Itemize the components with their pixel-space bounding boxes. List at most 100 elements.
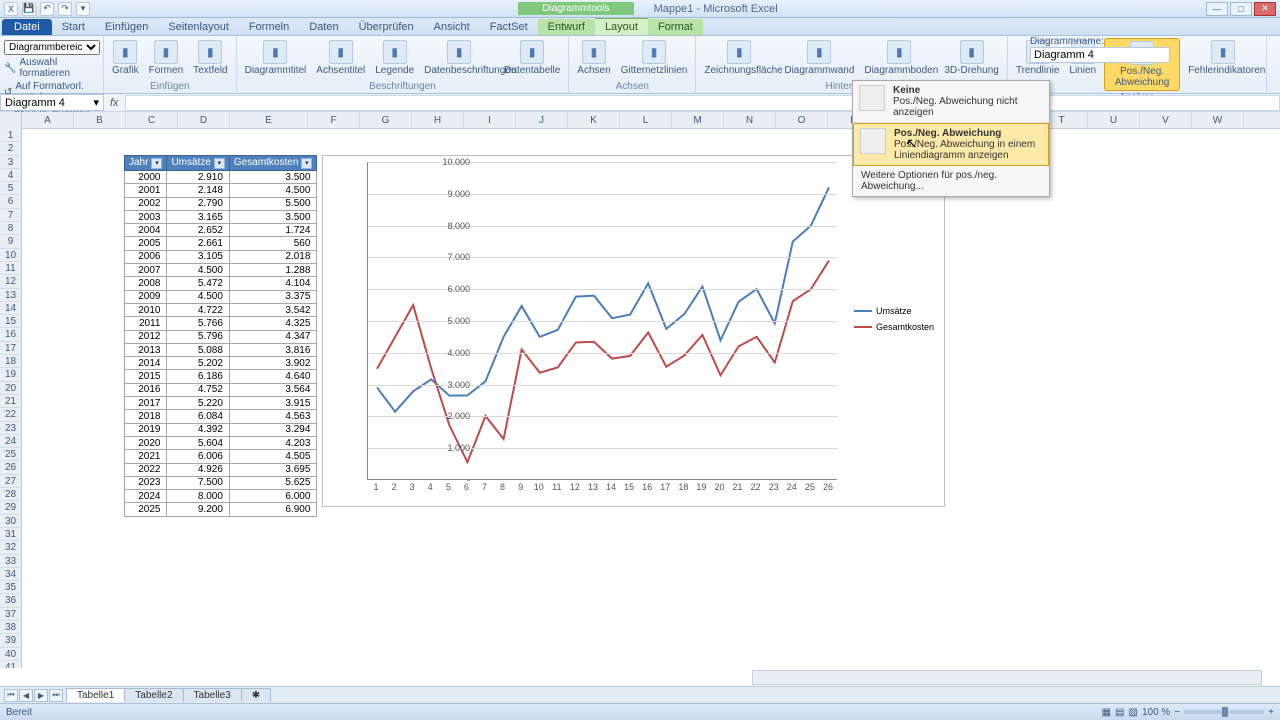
chart-legend[interactable]: Umsätze Gesamtkosten [854, 306, 934, 338]
table-row[interactable]: 20145.2023.902 [125, 357, 317, 370]
format-selection-button[interactable]: 🔧Auswahl formatieren [4, 57, 99, 79]
row-header[interactable]: 5 [0, 182, 21, 195]
minimize-button[interactable]: — [1206, 2, 1228, 16]
table-header[interactable]: Gesamtkosten▾ [229, 156, 316, 171]
excel-icon[interactable]: X [4, 2, 18, 16]
tab-daten[interactable]: Daten [299, 19, 348, 35]
view-pagebreak-icon[interactable]: ▧ [1129, 707, 1138, 718]
maximize-button[interactable]: □ [1230, 2, 1252, 16]
row-header[interactable]: 15 [0, 315, 21, 328]
tab-entwurf[interactable]: Entwurf [538, 19, 595, 35]
column-headers[interactable]: ABCDEFGHIJKLMNOPQRSTUVW [22, 112, 1280, 129]
table-row[interactable]: 20063.1052.018 [125, 250, 317, 263]
row-header[interactable]: 6 [0, 195, 21, 208]
col-header[interactable]: I [464, 112, 516, 128]
row-header[interactable]: 38 [0, 621, 21, 634]
table-row[interactable]: 20042.6521.724 [125, 224, 317, 237]
col-header[interactable]: E [230, 112, 308, 128]
table-row[interactable]: 20156.1864.640 [125, 370, 317, 383]
ribbon-diagrammboden[interactable]: ▮Diagrammboden [862, 38, 936, 78]
row-header[interactable]: 25 [0, 448, 21, 461]
table-row[interactable]: 20194.3923.294 [125, 423, 317, 436]
row-header[interactable]: 14 [0, 302, 21, 315]
row-header[interactable]: 33 [0, 555, 21, 568]
chart-element-dropdown[interactable]: Diagrammbereich [4, 40, 100, 55]
col-header[interactable]: O [776, 112, 828, 128]
row-header[interactable]: 18 [0, 355, 21, 368]
formula-bar[interactable] [125, 95, 1280, 111]
tab-einfügen[interactable]: Einfügen [95, 19, 158, 35]
table-row[interactable]: 20074.5001.288 [125, 264, 317, 277]
table-row[interactable]: 20216.0064.505 [125, 450, 317, 463]
table-row[interactable]: 20125.7964.347 [125, 330, 317, 343]
col-header[interactable]: K [568, 112, 620, 128]
name-box[interactable]: Diagramm 4▾ [0, 94, 104, 111]
row-header[interactable]: 22 [0, 408, 21, 421]
col-header[interactable]: L [620, 112, 672, 128]
ribbon-datentabelle[interactable]: ▮Datentabelle [502, 38, 562, 78]
table-row[interactable]: 20248.0006.000 [125, 490, 317, 503]
tab-start[interactable]: Start [52, 19, 95, 35]
row-header[interactable]: 21 [0, 395, 21, 408]
table-header[interactable]: Jahr▾ [125, 156, 167, 171]
row-header[interactable]: 4 [0, 169, 21, 182]
table-row[interactable]: 20085.4724.104 [125, 277, 317, 290]
tab-ansicht[interactable]: Ansicht [424, 19, 480, 35]
row-header[interactable]: 27 [0, 475, 21, 488]
ribbon-diagrammtitel[interactable]: ▮Diagrammtitel [243, 38, 309, 78]
zoom-in-button[interactable]: + [1268, 707, 1274, 718]
tab-formeln[interactable]: Formeln [239, 19, 299, 35]
col-header[interactable]: J [516, 112, 568, 128]
row-header[interactable]: 20 [0, 382, 21, 395]
row-header[interactable]: 31 [0, 528, 21, 541]
col-header[interactable]: V [1140, 112, 1192, 128]
view-normal-icon[interactable]: ▦ [1102, 707, 1111, 718]
tab-layout[interactable]: Layout [595, 18, 648, 35]
sheet-tab[interactable]: Tabelle2 [124, 688, 183, 702]
table-row[interactable]: 20259.2006.900 [125, 503, 317, 516]
row-header[interactable]: 24 [0, 435, 21, 448]
table-row[interactable]: 20002.9103.500 [125, 171, 317, 184]
sheet-nav-first[interactable]: ⏮ [4, 689, 18, 702]
tab-datei[interactable]: Datei [2, 19, 52, 35]
row-header[interactable]: 11 [0, 262, 21, 275]
close-button[interactable]: ✕ [1254, 2, 1276, 16]
table-row[interactable]: 20237.5005.625 [125, 476, 317, 489]
row-header[interactable]: 17 [0, 342, 21, 355]
updown-more-options[interactable]: Weitere Optionen für pos./neg. Abweichun… [853, 166, 1049, 196]
save-icon[interactable]: 💾 [22, 2, 36, 16]
table-header[interactable]: Umsätze▾ [167, 156, 229, 171]
tab-seitenlayout[interactable]: Seitenlayout [158, 19, 239, 35]
sheet-nav-last[interactable]: ⏭ [49, 689, 63, 702]
ribbon-gitternetzlinien[interactable]: ▮Gitternetzlinien [619, 38, 690, 78]
table-row[interactable]: 20224.9263.695 [125, 463, 317, 476]
table-row[interactable]: 20186.0844.563 [125, 410, 317, 423]
col-header[interactable]: D [178, 112, 230, 128]
ribbon-achsentitel[interactable]: ▮Achsentitel [314, 38, 367, 78]
ribbon-legende[interactable]: ▮Legende [373, 38, 416, 78]
worksheet-grid[interactable]: 1234567891011121314151617181920212223242… [0, 112, 1280, 668]
chart-name-input[interactable] [1030, 47, 1170, 63]
row-header[interactable]: 29 [0, 501, 21, 514]
legend-item[interactable]: Umsätze [854, 306, 934, 316]
row-header[interactable]: 28 [0, 488, 21, 501]
row-header[interactable]: 2 [0, 142, 21, 155]
row-header[interactable]: 1 [0, 129, 21, 142]
table-row[interactable]: 20012.1484.500 [125, 184, 317, 197]
row-header[interactable]: 30 [0, 515, 21, 528]
table-row[interactable]: 20052.661560 [125, 237, 317, 250]
table-row[interactable]: 20115.7664.325 [125, 317, 317, 330]
chart-object[interactable]: UmsätzeGesamtkosten -1.0002.0003.0004.00… [322, 155, 945, 507]
zoom-slider[interactable] [1184, 710, 1264, 714]
sheet-tab[interactable]: Tabelle3 [183, 688, 242, 702]
sheet-tab[interactable]: Tabelle1 [66, 688, 125, 702]
ribbon--d-drehung[interactable]: ▮3D-Drehung [942, 38, 1000, 78]
row-header[interactable]: 37 [0, 608, 21, 621]
zoom-out-button[interactable]: − [1174, 707, 1180, 718]
legend-item[interactable]: Gesamtkosten [854, 322, 934, 332]
col-header[interactable]: W [1192, 112, 1244, 128]
row-header[interactable]: 7 [0, 209, 21, 222]
table-row[interactable]: 20175.2203.915 [125, 397, 317, 410]
updown-option-show[interactable]: Pos./Neg. AbweichungPos./Neg. Abweichung… [853, 123, 1049, 166]
ribbon-textfeld[interactable]: ▮Textfeld [191, 38, 229, 78]
